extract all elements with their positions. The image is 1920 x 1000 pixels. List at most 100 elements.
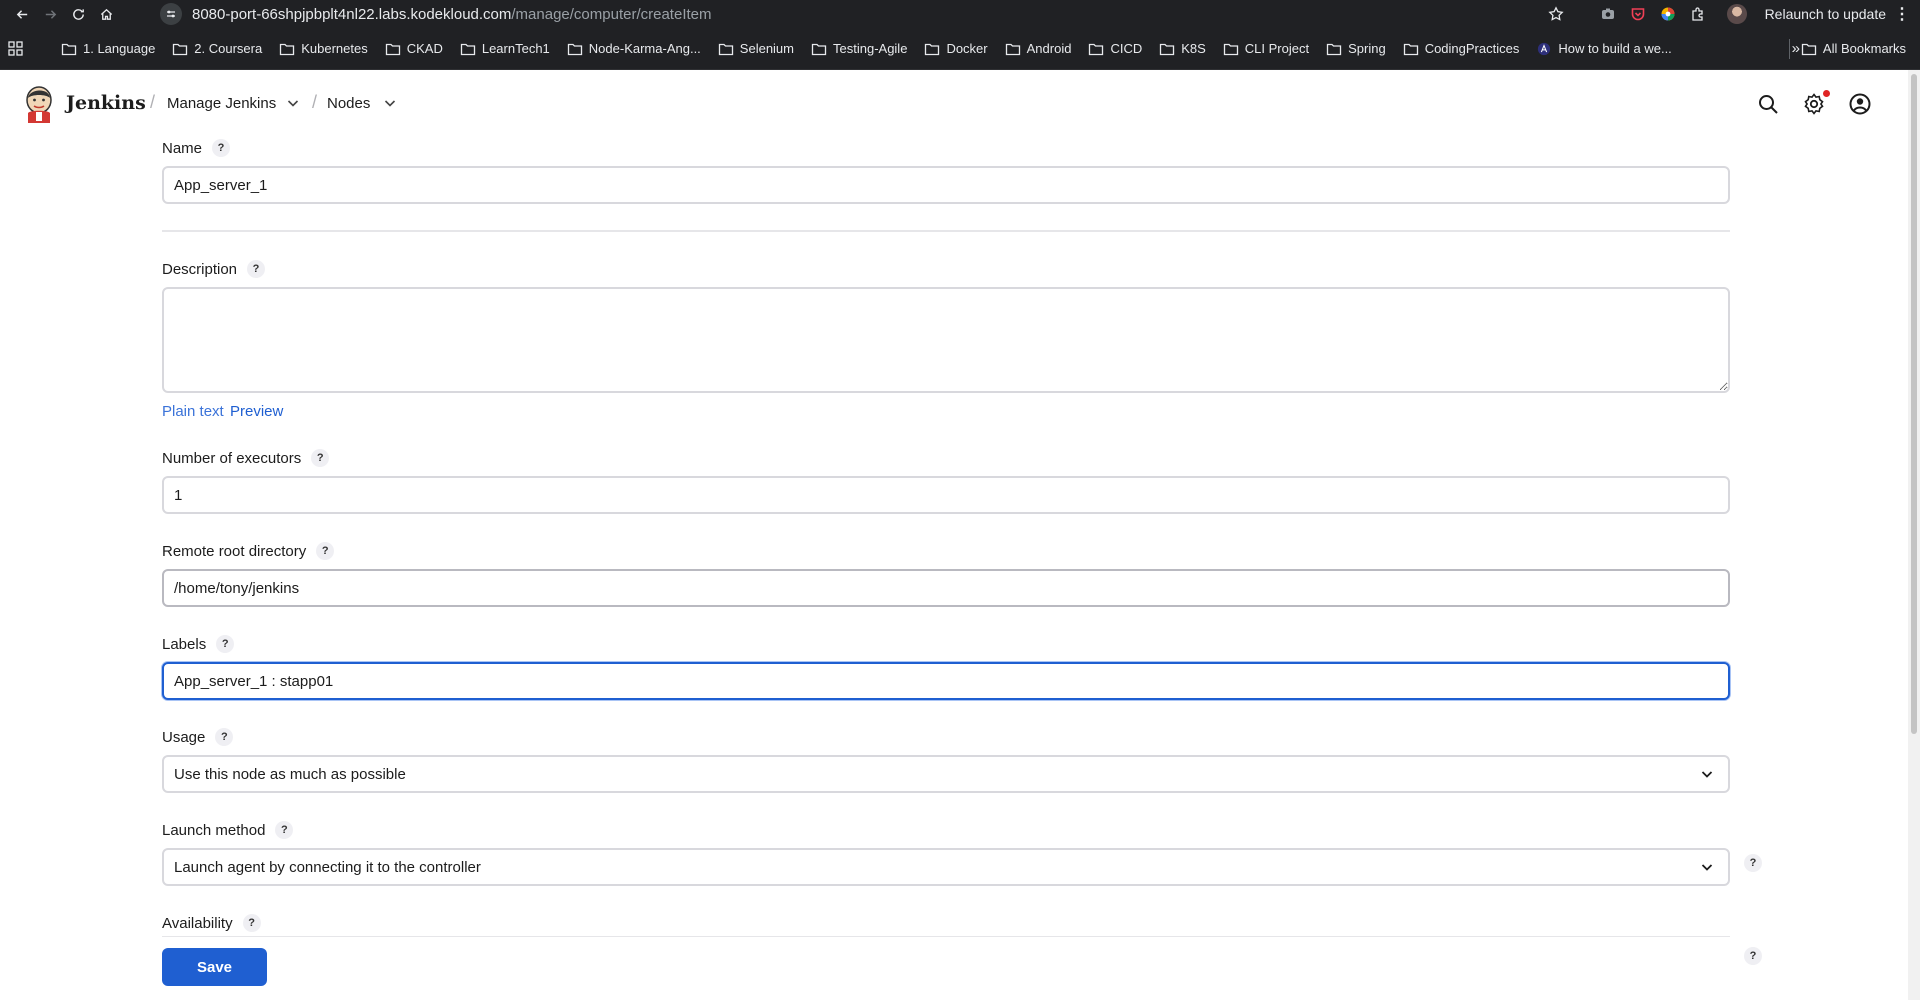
breadcrumb-nodes[interactable]: Nodes <box>327 95 370 112</box>
apps-grid-icon[interactable] <box>8 41 23 56</box>
folder-icon <box>280 43 295 55</box>
jenkins-header: Jenkins / Manage Jenkins / Nodes <box>0 70 1908 138</box>
remote-root-input[interactable] <box>162 569 1730 607</box>
profile-avatar[interactable] <box>1726 4 1747 24</box>
labels-help-icon[interactable]: ? <box>216 635 235 653</box>
executors-input[interactable] <box>162 476 1730 514</box>
folder-icon <box>173 43 188 55</box>
executors-help-icon[interactable]: ? <box>311 449 330 467</box>
bookmark-item[interactable]: Testing-Agile <box>811 41 907 56</box>
description-label-text: Description <box>162 260 238 278</box>
address-bar[interactable]: 8080-port-66shpjpbplt4nl22.labs.kodeklou… <box>160 2 1510 26</box>
name-input[interactable] <box>162 166 1730 204</box>
bookmark-item[interactable]: Android <box>1005 41 1071 56</box>
remote-root-help-icon[interactable]: ? <box>316 542 335 560</box>
bookmark-label: CLI Project <box>1244 41 1310 56</box>
folder-icon <box>385 43 400 55</box>
page-scrollbar[interactable] <box>1908 70 1920 1000</box>
folder-icon <box>1801 43 1817 55</box>
forward-icon[interactable] <box>36 0 64 28</box>
pocket-extension-icon[interactable] <box>1623 0 1653 28</box>
folder-icon <box>1089 43 1104 55</box>
extensions-puzzle-icon[interactable] <box>1683 0 1713 28</box>
bookmark-item[interactable]: CodingPractices <box>1403 41 1520 56</box>
bookmark-item[interactable]: CLI Project <box>1223 41 1309 56</box>
launch-method-extra-help-icon[interactable]: ? <box>1744 854 1762 872</box>
site-info-icon[interactable] <box>160 3 182 25</box>
breadcrumb-manage-jenkins[interactable]: Manage Jenkins <box>167 95 276 112</box>
breadcrumb-separator: / <box>150 92 156 112</box>
executors-label: Number of executors ? <box>162 449 330 467</box>
url-path: /manage/computer/createItem <box>511 5 712 23</box>
browser-toolbar: 8080-port-66shpjpbplt4nl22.labs.kodeklou… <box>0 0 1920 28</box>
launch-method-select[interactable]: Launch agent by connecting it to the con… <box>162 848 1730 886</box>
chevron-down-icon[interactable] <box>285 95 301 111</box>
remote-root-label: Remote root directory ? <box>162 542 335 560</box>
folder-icon <box>567 43 582 55</box>
chevron-down-icon <box>1701 771 1713 778</box>
usage-select[interactable]: Use this node as much as possible <box>162 755 1730 793</box>
url-host: 8080-port-66shpjpbplt4nl22.labs.kodeklou… <box>192 5 512 23</box>
description-textarea[interactable] <box>162 287 1730 393</box>
plain-text-link[interactable]: Plain text <box>162 403 224 420</box>
bookmark-item[interactable]: CICD <box>1088 41 1142 56</box>
folder-icon <box>1005 43 1020 55</box>
bookmark-label: 1. Language <box>83 41 156 56</box>
screenshot-extension-icon[interactable] <box>1593 0 1623 28</box>
bookmark-label: CICD <box>1110 41 1143 56</box>
bookmark-item[interactable]: 2. Coursera <box>172 41 262 56</box>
bookmark-label: LearnTech1 <box>481 41 550 56</box>
bookmark-item[interactable]: 1. Language <box>61 41 155 56</box>
bookmark-item[interactable]: How to build a we... <box>1536 41 1672 56</box>
bookmark-item[interactable]: Spring <box>1326 41 1386 56</box>
relaunch-button[interactable]: Relaunch to update ⋮ <box>1755 4 1920 24</box>
scrollbar-thumb[interactable] <box>1911 74 1917 734</box>
preview-link[interactable]: Preview <box>230 403 283 420</box>
bookmark-item[interactable]: CKAD <box>385 41 443 56</box>
gear-icon[interactable] <box>1802 92 1826 116</box>
executors-label-text: Number of executors <box>162 449 302 467</box>
jenkins-logo-icon[interactable] <box>24 85 54 123</box>
name-label-text: Name <box>162 139 203 157</box>
description-help-icon[interactable]: ? <box>247 260 266 278</box>
save-button[interactable]: Save <box>162 948 267 986</box>
user-account-icon[interactable] <box>1848 92 1872 116</box>
bookmark-label: CodingPractices <box>1424 41 1520 56</box>
bookmarks-divider <box>1789 38 1790 59</box>
remote-root-label-text: Remote root directory <box>162 542 307 560</box>
bookmarks-bar: 1. Language 2. Coursera Kubernetes CKAD Lear… <box>0 28 1920 70</box>
home-icon[interactable] <box>92 0 120 28</box>
search-icon[interactable] <box>1756 92 1780 116</box>
chevron-down-icon[interactable] <box>382 95 398 111</box>
folder-icon <box>718 43 733 55</box>
back-icon[interactable] <box>8 0 36 28</box>
availability-label: Availability ? <box>162 914 261 932</box>
bookmark-star-icon[interactable] <box>1541 0 1571 28</box>
bookmark-item[interactable]: Selenium <box>718 41 794 56</box>
usage-help-icon[interactable]: ? <box>215 728 234 746</box>
bookmark-item[interactable]: Kubernetes <box>279 41 368 56</box>
folder-icon <box>811 43 827 55</box>
bookmark-item[interactable]: Node-Karma-Ang... <box>567 41 701 56</box>
jenkins-brand[interactable]: Jenkins <box>66 92 146 114</box>
bookmark-item[interactable]: Docker <box>924 41 988 56</box>
color-picker-extension-icon[interactable] <box>1653 0 1683 28</box>
section-divider <box>162 230 1730 232</box>
labels-input[interactable] <box>162 662 1730 700</box>
availability-help-icon[interactable]: ? <box>242 914 261 932</box>
name-help-icon[interactable]: ? <box>212 139 231 157</box>
launch-method-help-icon[interactable]: ? <box>275 821 294 839</box>
kebab-menu-icon[interactable]: ⋮ <box>1894 4 1910 24</box>
bookmark-item[interactable]: LearnTech1 <box>460 41 550 56</box>
labels-label-text: Labels <box>162 635 207 653</box>
usage-select-value: Use this node as much as possible <box>174 765 406 783</box>
reload-icon[interactable] <box>64 0 92 28</box>
bookmark-label: Spring <box>1348 41 1386 56</box>
bookmark-item[interactable]: K8S <box>1159 41 1206 56</box>
bookmarks-overflow-button[interactable]: » <box>1792 40 1800 57</box>
bookmark-label: CKAD <box>406 41 443 56</box>
all-bookmarks-button[interactable]: All Bookmarks <box>1801 41 1906 56</box>
launch-method-label: Launch method ? <box>162 821 294 839</box>
bottom-help-icon[interactable]: ? <box>1744 947 1762 965</box>
breadcrumb-separator: / <box>312 92 318 112</box>
